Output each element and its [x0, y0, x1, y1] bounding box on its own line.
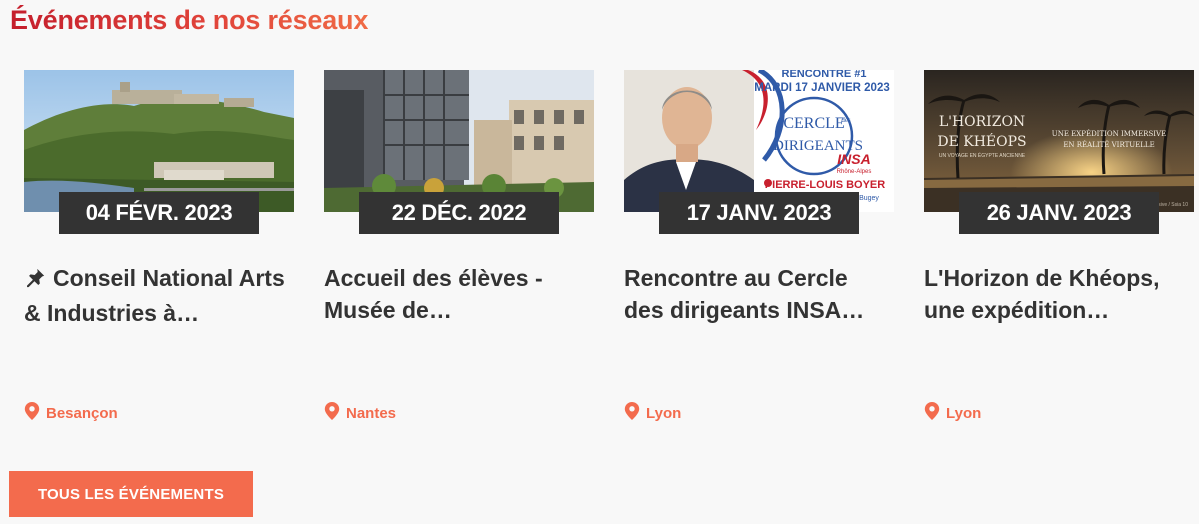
thumbtack-icon [24, 265, 46, 297]
event-location: Nantes [324, 402, 397, 424]
insa-region: Rhône-Alpes [837, 169, 872, 175]
kheops-logo-line2: DE KHÉOPS [937, 132, 1026, 150]
kheops-tagline1: UNE EXPÉDITION IMMERSIVE [1052, 129, 1166, 138]
event-image[interactable] [324, 70, 594, 212]
insa-logo-top: CERCLE [783, 115, 844, 132]
event-title[interactable]: Accueil des élèves - Musée de… [324, 262, 592, 326]
event-location-label: Lyon [946, 404, 982, 422]
kheops-logo-line1: L'HORIZON [939, 114, 1025, 130]
insa-company: Bugey [859, 195, 879, 202]
event-card[interactable]: RENCONTRE #1 MARDI 17 JANVIER 2023 CERCL… [624, 70, 894, 430]
event-location: Lyon [924, 402, 982, 424]
insa-line2: MARDI 17 JANVIER 2023 [754, 82, 890, 94]
insa-speaker: PIERRE-LOUIS BOYER [765, 179, 885, 191]
event-image[interactable] [24, 70, 294, 212]
event-location-label: Besançon [46, 404, 118, 422]
event-date-badge: 17 JANV. 2023 [659, 192, 859, 234]
event-location: Lyon [624, 402, 682, 424]
map-marker-icon [324, 402, 340, 424]
section-title: Événements de nos réseaux [10, 5, 369, 35]
event-location: Besançon [24, 402, 118, 424]
insa-brand: INSA [837, 151, 870, 167]
event-title[interactable]: Conseil National Arts & Industries à… [24, 262, 292, 329]
map-marker-icon [924, 402, 940, 424]
event-title[interactable]: Rencontre au Cercle des dirigeants INSA… [624, 262, 892, 326]
event-image[interactable]: L'HORIZON DE KHÉOPS UN VOYAGE EN ÉGYPTE … [924, 70, 1194, 212]
event-title-text: Conseil National Arts & Industries à… [24, 265, 285, 326]
event-card[interactable]: L'HORIZON DE KHÉOPS UN VOYAGE EN ÉGYPTE … [924, 70, 1194, 430]
kheops-tagline2: EN RÉALITÉ VIRTUELLE [1063, 140, 1154, 149]
event-date-badge: 04 FÉVR. 2023 [59, 192, 259, 234]
event-title[interactable]: L'Horizon de Khéops, une expédition… [924, 262, 1192, 326]
insa-line1: RENCONTRE #1 [782, 70, 867, 80]
map-marker-icon [624, 402, 640, 424]
event-card[interactable]: 22 DÉC. 2022 Accueil des élèves - Musée … [324, 70, 594, 430]
event-date-badge: 26 JANV. 2023 [959, 192, 1159, 234]
event-date-badge: 22 DÉC. 2022 [359, 192, 559, 234]
event-location-label: Nantes [346, 404, 397, 422]
insa-logo-small: des [841, 116, 851, 124]
event-location-label: Lyon [646, 404, 682, 422]
map-marker-icon [24, 402, 40, 424]
kheops-logo-sub: UN VOYAGE EN ÉGYPTE ANCIENNE [939, 152, 1026, 159]
event-card[interactable]: 04 FÉVR. 2023 Conseil National Arts & In… [24, 70, 294, 430]
event-image[interactable]: RENCONTRE #1 MARDI 17 JANVIER 2023 CERCL… [624, 70, 894, 212]
all-events-button[interactable]: TOUS LES ÉVÉNEMENTS [9, 471, 253, 517]
